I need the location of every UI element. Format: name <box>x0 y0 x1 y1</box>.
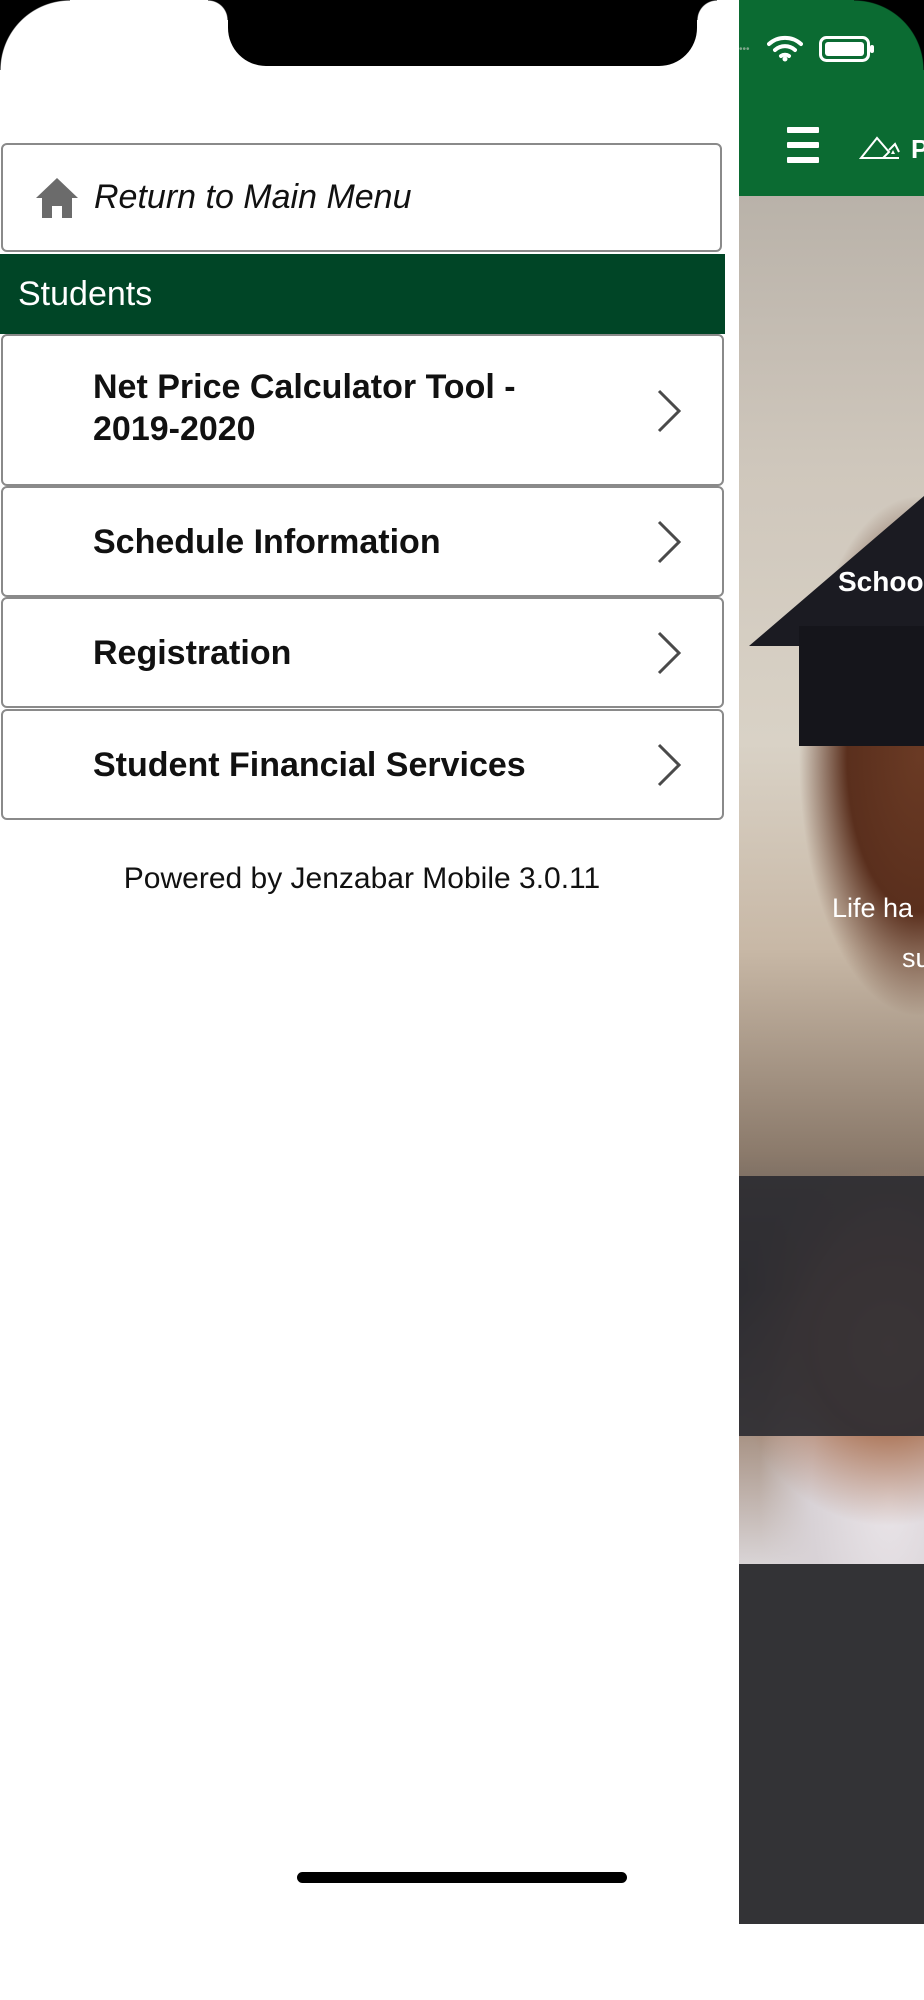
section-header-students: Students <box>0 254 725 334</box>
powered-by-footer: Powered by Jenzabar Mobile 3.0.11 <box>123 862 601 895</box>
chevron-right-icon <box>657 520 682 564</box>
menu-item-label: Student Financial Services <box>93 746 526 784</box>
menu-item-label: Registration <box>93 634 292 672</box>
dark-footer-area <box>739 1564 924 1924</box>
school-logo[interactable]: P <box>858 130 924 164</box>
graduation-cap-base <box>799 626 924 746</box>
screen-corner <box>0 0 70 70</box>
hero-image <box>739 196 924 1564</box>
hero-heading: Schoo <box>838 566 924 597</box>
menu-item-label-line2: 2019-2020 <box>93 410 256 448</box>
wifi-icon <box>767 35 803 62</box>
section-title: Students <box>18 275 153 313</box>
device-notch <box>208 0 717 66</box>
menu-item-registration[interactable]: Registration <box>1 597 724 708</box>
menu-item-label: Net Price Calculator Tool - 2019-2020 <box>93 366 516 450</box>
chevron-right-icon <box>657 631 682 675</box>
background-app: P Schoo Life ha su <box>739 0 924 2000</box>
menu-item-label: Schedule Information <box>93 523 441 561</box>
hero-subtext-line2: su <box>902 943 924 973</box>
screen: P Schoo Life ha su ••• Return to Main Me… <box>0 0 924 2000</box>
cellular-signal-icon: ••• <box>739 44 750 55</box>
menu-item-student-financial-services[interactable]: Student Financial Services <box>1 709 724 820</box>
return-to-main-menu-button[interactable]: Return to Main Menu <box>1 143 722 252</box>
side-drawer-menu: Return to Main Menu Students Net Price C… <box>0 0 739 2000</box>
menu-item-label-line1: Net Price Calculator Tool - <box>93 368 516 406</box>
chevron-right-icon <box>657 743 682 787</box>
hamburger-menu-icon[interactable] <box>787 127 819 163</box>
hero-subtext-line1: Life ha <box>832 893 914 923</box>
logo-text: P <box>911 134 924 164</box>
home-icon <box>36 178 78 218</box>
chevron-right-icon <box>657 389 682 433</box>
home-indicator[interactable] <box>297 1872 627 1883</box>
menu-item-net-price-calculator[interactable]: Net Price Calculator Tool - 2019-2020 <box>1 334 724 486</box>
screen-corner <box>854 0 924 70</box>
bottom-safe-area <box>739 1924 924 2000</box>
graduation-gown <box>739 1176 924 1436</box>
return-to-main-menu-label: Return to Main Menu <box>94 178 412 216</box>
menu-item-schedule-information[interactable]: Schedule Information <box>1 486 724 597</box>
